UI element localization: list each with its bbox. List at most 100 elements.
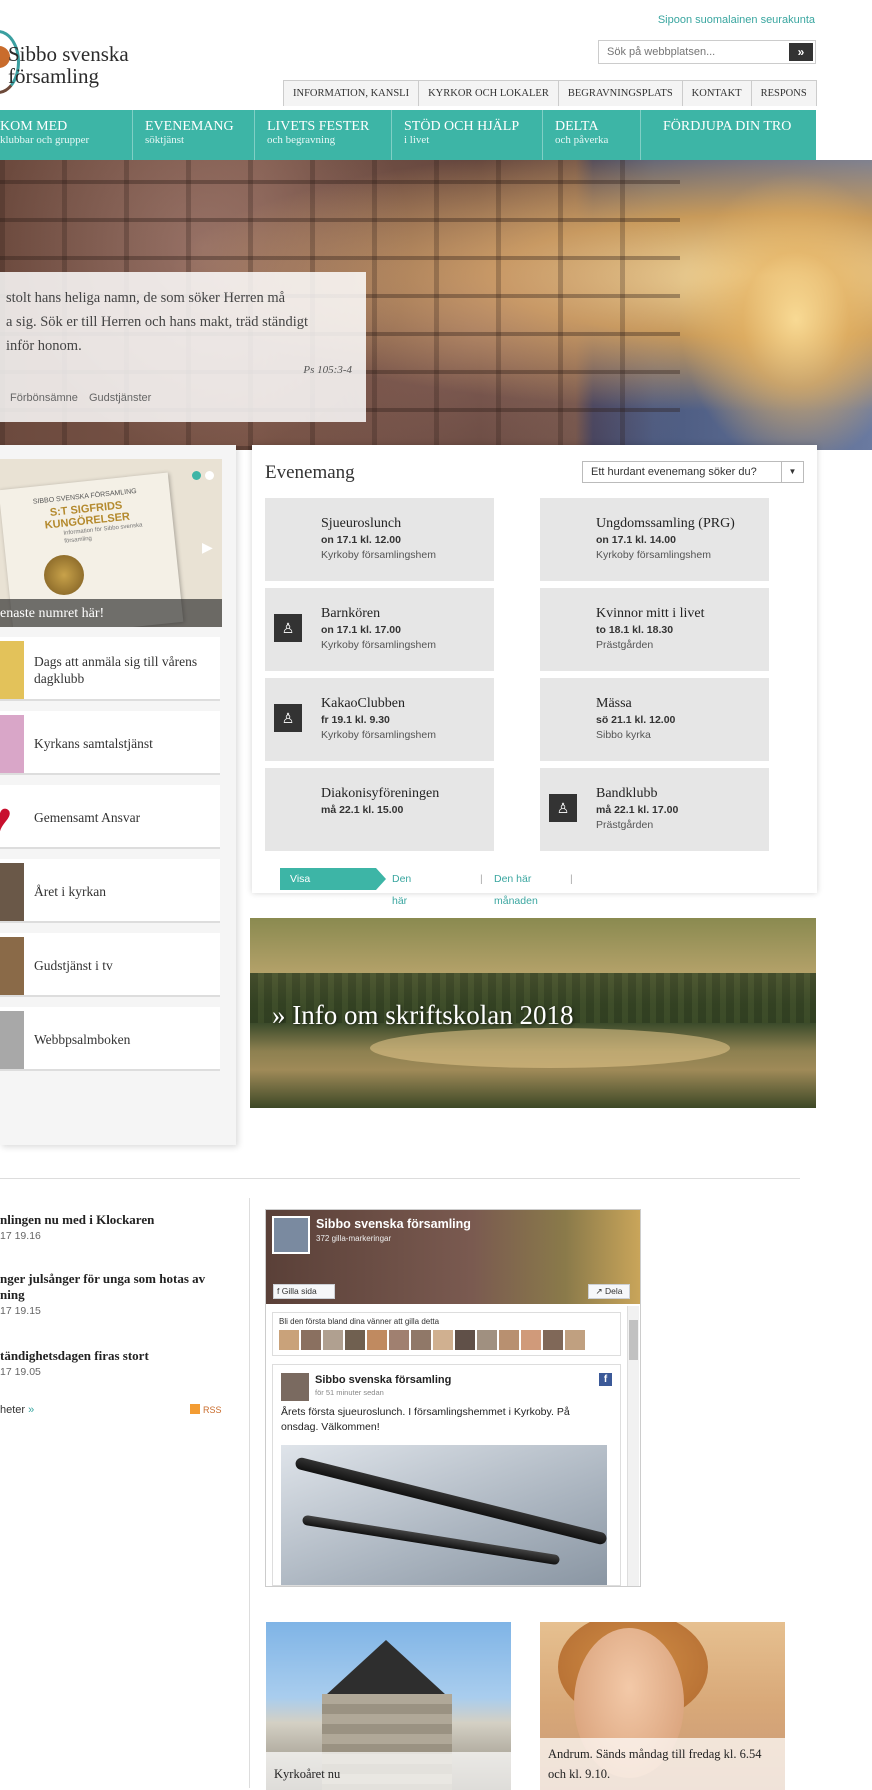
- event-date: on 17.1 kl. 17.00: [321, 624, 401, 636]
- friend-avatar[interactable]: [565, 1330, 585, 1350]
- more-news-link[interactable]: heter »: [0, 1404, 34, 1416]
- friend-avatar[interactable]: [499, 1330, 519, 1350]
- event-card[interactable]: Sjueuroslunch on 17.1 kl. 12.00 Kyrkoby …: [265, 498, 494, 581]
- nav-item-title: LIVETS FESTER: [267, 119, 370, 134]
- util-link-churches[interactable]: KYRKOR OCH LOKALER: [419, 81, 559, 106]
- logo[interactable]: Sibbo svenska församling: [0, 30, 170, 100]
- scrollbar-thumb[interactable]: [629, 1320, 638, 1360]
- facebook-widget: Sibbo svenska församling 372 gilla-marke…: [265, 1209, 641, 1587]
- sidebar-item-label: Gemensamt Ansvar: [34, 810, 141, 825]
- nav-item-fordjupa[interactable]: FÖRDJUPA DIN TRO: [641, 110, 816, 160]
- event-name: Mässa: [596, 696, 632, 711]
- sidebar-item-webbpsalmboken[interactable]: Webbpsalmboken: [0, 1007, 220, 1071]
- sidebar-item-dagklubb[interactable]: Dags att anmäla sig till vårens dagklubb: [0, 637, 220, 701]
- link-separator: |: [480, 873, 483, 885]
- friend-avatar[interactable]: [455, 1330, 475, 1350]
- friend-avatar[interactable]: [345, 1330, 365, 1350]
- friend-avatar[interactable]: [279, 1330, 299, 1350]
- tag-link-prayer[interactable]: Förbönsämne: [10, 392, 78, 404]
- friends-box: Bli den första bland dina vänner att gil…: [272, 1312, 621, 1356]
- nav-item-stod-och-hjalp[interactable]: STÖD OCH HJÄLP i livet: [392, 110, 543, 160]
- news-item[interactable]: tändighetsdagen firas stort 17 19.05: [0, 1348, 230, 1378]
- event-card[interactable]: ♙ Bandklubb må 22.1 kl. 17.00 Prästgårde…: [540, 768, 769, 851]
- sidebar-item-label: Webbpsalmboken: [34, 1032, 131, 1047]
- friend-avatar[interactable]: [301, 1330, 321, 1350]
- like-page-button[interactable]: f Gilla sida: [273, 1284, 335, 1299]
- carousel-dot-active[interactable]: [192, 471, 201, 480]
- tag-link-services[interactable]: Gudstjänster: [89, 392, 151, 404]
- event-name: Ungdomssamling (PRG): [596, 516, 735, 531]
- util-link-cemetery[interactable]: BEGRAVNINGSPLATS: [559, 81, 683, 106]
- event-card[interactable]: ♙ Barnkören on 17.1 kl. 17.00 Kyrkoby fö…: [265, 588, 494, 671]
- logo-text-line2: församling: [8, 64, 99, 88]
- sidebar-item-samtalstjanst[interactable]: Kyrkans samtalstjänst: [0, 711, 220, 775]
- column-divider: [249, 1198, 250, 1788]
- event-card[interactable]: ♙ KakaoClubben fr 19.1 kl. 9.30 Kyrkoby …: [265, 678, 494, 761]
- friend-avatar[interactable]: [389, 1330, 409, 1350]
- page-name[interactable]: Sibbo svenska församling: [316, 1217, 471, 1231]
- sidebar-item-label: Kyrkans samtalstjänst: [34, 736, 153, 751]
- section-divider: [0, 1178, 800, 1179]
- event-card[interactable]: Kvinnor mitt i livet to 18.1 kl. 18.30 P…: [540, 588, 769, 671]
- this-month-link[interactable]: Den här månaden: [494, 868, 538, 912]
- news-item[interactable]: nlingen nu med i Klockaren 17 19.16: [0, 1212, 230, 1242]
- nav-item-delta[interactable]: DELTA och påverka: [543, 110, 641, 160]
- sidebar-item-aret-i-kyrkan[interactable]: Året i kyrkan: [0, 859, 220, 923]
- event-type-select[interactable]: Ett hurdant evenemang söker du? ▼: [582, 461, 804, 483]
- post-avatar[interactable]: [281, 1373, 309, 1401]
- search-input[interactable]: [599, 41, 789, 63]
- event-place: Sibbo kyrka: [596, 729, 651, 741]
- friend-avatar[interactable]: [323, 1330, 343, 1350]
- friend-avatar[interactable]: [543, 1330, 563, 1350]
- sidebar-item-gudstjanst-tv[interactable]: Gudstjänst i tv: [0, 933, 220, 997]
- tile-caption: Kyrkoåret nu: [266, 1752, 511, 1790]
- search-button[interactable]: »: [789, 43, 813, 61]
- nav-item-subtitle: i livet: [404, 134, 430, 146]
- friend-avatar[interactable]: [477, 1330, 497, 1350]
- seal-image: [44, 555, 84, 595]
- sidebar-item-gemensamt-ansvar[interactable]: ♥ Gemensamt Ansvar: [0, 785, 220, 849]
- tile-caption: Andrum. Sänds måndag till fredag kl. 6.5…: [540, 1738, 785, 1790]
- nav-item-subtitle: klubbar och grupper: [0, 134, 90, 146]
- rss-link[interactable]: RSS: [190, 1404, 222, 1415]
- thumbnail: [0, 641, 24, 699]
- news-item[interactable]: nger julsånger för unga som hotas av nin…: [0, 1271, 230, 1317]
- confirmation-school-banner[interactable]: » Info om skriftskolan 2018: [250, 918, 816, 1108]
- finnish-parish-link[interactable]: Sipoon suomalainen seurakunta: [658, 14, 815, 26]
- heart-icon: ♥: [0, 789, 12, 847]
- friend-avatar[interactable]: [521, 1330, 541, 1350]
- nav-item-livets-fester[interactable]: LIVETS FESTER och begravning: [255, 110, 392, 160]
- post-time[interactable]: för 51 minuter sedan: [315, 1388, 384, 1397]
- util-link-feedback[interactable]: RESPONS: [752, 81, 816, 106]
- util-link-contact[interactable]: KONTAKT: [683, 81, 752, 106]
- event-card[interactable]: Ungdomssamling (PRG) on 17.1 kl. 14.00 K…: [540, 498, 769, 581]
- child-icon: ♙: [274, 704, 302, 732]
- share-button[interactable]: ↗ Dela: [588, 1284, 630, 1299]
- nav-item-kom-med[interactable]: KOM MED klubbar och grupper: [0, 110, 133, 160]
- like-page-label: Gilla sida: [281, 1286, 317, 1296]
- promo-carousel[interactable]: SIBBO SVENSKA FÖRSAMLING S:T SIGFRIDS KU…: [0, 459, 222, 627]
- child-icon: ♙: [274, 614, 302, 642]
- event-place: Kyrkoby församlingshem: [321, 729, 436, 741]
- friend-avatar[interactable]: [433, 1330, 453, 1350]
- event-card[interactable]: Diakonisyföreningen må 22.1 kl. 15.00: [265, 768, 494, 851]
- page-avatar[interactable]: [272, 1216, 310, 1254]
- friend-avatar[interactable]: [367, 1330, 387, 1350]
- carousel-dot[interactable]: [205, 471, 214, 480]
- nav-item-title: FÖRDJUPA DIN TRO: [663, 119, 792, 134]
- util-link-information[interactable]: INFORMATION, KANSLI: [284, 81, 420, 106]
- event-date: må 22.1 kl. 15.00: [321, 804, 404, 816]
- carousel-next-icon[interactable]: ▶: [202, 539, 213, 556]
- event-place: Kyrkoby församlingshem: [321, 639, 436, 651]
- event-place: Prästgården: [596, 639, 654, 651]
- event-card[interactable]: Mässa sö 21.1 kl. 12.00 Sibbo kyrka: [540, 678, 769, 761]
- post-author[interactable]: Sibbo svenska församling: [315, 1374, 451, 1386]
- andrum-tile[interactable]: Andrum. Sänds måndag till fredag kl. 6.5…: [540, 1622, 785, 1790]
- event-place: Kyrkoby församlingshem: [596, 549, 711, 561]
- facebook-icon: f: [599, 1373, 612, 1386]
- nav-item-evenemang[interactable]: EVENEMANG söktjänst: [133, 110, 255, 160]
- post-image[interactable]: [281, 1445, 607, 1585]
- scrollbar[interactable]: [627, 1306, 639, 1586]
- church-year-tile[interactable]: Kyrkoåret nu: [266, 1622, 511, 1790]
- friend-avatar[interactable]: [411, 1330, 431, 1350]
